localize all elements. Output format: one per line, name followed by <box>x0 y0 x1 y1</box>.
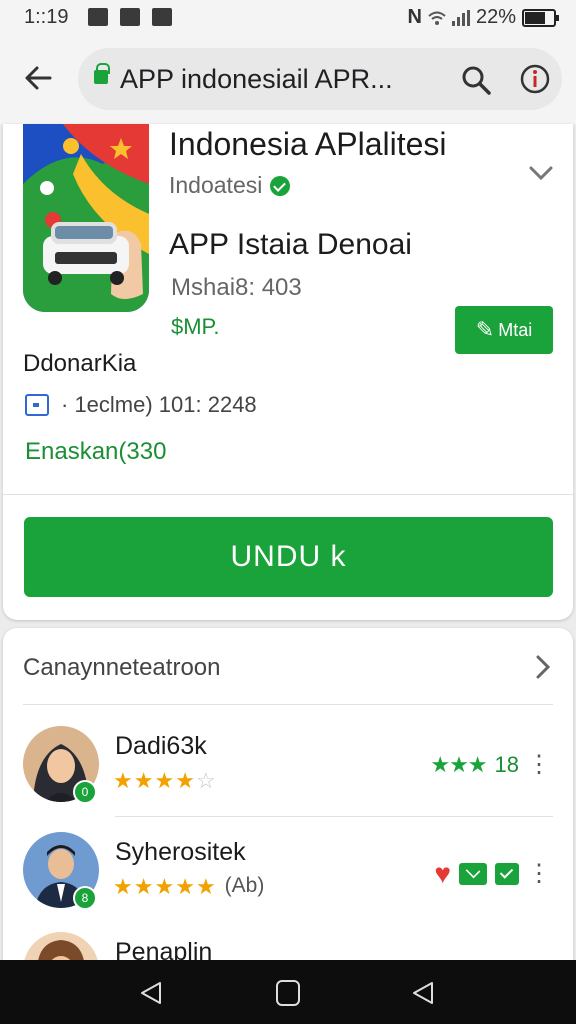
url-text: APP indonesiail APR... <box>120 64 393 94</box>
green-star-icon: ★★★ <box>430 752 487 777</box>
rating-extra: (Ab) <box>224 874 265 897</box>
divider <box>115 816 553 817</box>
star-icon: ★ <box>113 768 133 793</box>
star-rating: ★ ★ ★ ★ ★ (Ab) <box>113 874 264 900</box>
mail-icon[interactable] <box>459 863 487 885</box>
app-icon[interactable] <box>23 124 149 312</box>
developer-label: Indoatesi <box>169 172 263 198</box>
navigation-bar <box>0 960 576 1024</box>
reviews-card: Canaynneteatroon 0 Dadi63k ★ ★ ★ ★ ☆ ★★★ 18 … <box>3 628 573 968</box>
app-subtitle: APP Istaia Denoai <box>169 228 412 261</box>
edit-button-label: Mtai <box>498 319 533 340</box>
reviews-header[interactable]: Canaynneteatroon <box>23 654 220 682</box>
app-meta: Mshai8: 403 <box>171 274 302 301</box>
review-item[interactable]: 0 Dadi63k ★ ★ ★ ★ ☆ ★★★ 18 ⋮ <box>3 726 573 822</box>
notification-icon <box>88 8 108 26</box>
star-icon: ★ <box>175 768 195 793</box>
status-time: 1::19 <box>24 6 69 28</box>
star-icon: ★ <box>133 874 154 899</box>
back-arrow-icon[interactable] <box>20 60 56 96</box>
more-options-icon[interactable]: ⋮ <box>527 862 551 886</box>
star-icon: ★ <box>175 874 195 899</box>
battery-percent: 22% <box>475 6 516 28</box>
notification-icon <box>120 8 140 26</box>
star-icon: ★ <box>113 874 133 899</box>
url-bar[interactable]: APP indonesiail APR... <box>78 48 562 110</box>
more-options-icon[interactable]: ⋮ <box>527 753 551 777</box>
review-actions: ★★★ 18 ⋮ <box>430 752 551 778</box>
user-badge: 0 <box>73 780 97 804</box>
notification-icon <box>152 8 172 26</box>
status-bar: 1::19 N 22% <box>0 0 576 34</box>
section-title: DdonarKia <box>23 350 137 377</box>
review-count: 18 <box>494 752 519 777</box>
heart-icon[interactable]: ♥ <box>434 858 451 890</box>
star-icon: ☆ <box>195 768 216 793</box>
pencil-icon: ✎ <box>475 317 495 342</box>
nav-back-icon[interactable] <box>138 980 164 1006</box>
chevron-down-icon[interactable] <box>525 162 557 184</box>
star-icon: ★ <box>154 768 175 793</box>
review-item[interactable]: 8 Syherositek ★ ★ ★ ★ ★ (Ab) ♥ ⋮ <box>3 832 573 928</box>
details-link[interactable]: Enaskan(330 <box>25 438 166 466</box>
review-actions: ♥ ⋮ <box>434 858 551 890</box>
divider <box>23 704 553 705</box>
app-price: $MP. <box>171 314 220 339</box>
app-title: Indonesia APlalitesi <box>169 126 447 162</box>
lock-icon <box>94 63 110 84</box>
nfc-icon: N <box>407 6 422 28</box>
star-rating: ★ ★ ★ ★ ☆ <box>113 768 216 794</box>
user-badge: 8 <box>73 886 97 910</box>
reviewer-name: Syherositek <box>115 838 246 866</box>
status-right: N 22% <box>407 6 559 29</box>
app-detail-card: Indonesia APlalitesi Indoatesi APP Istai… <box>3 124 573 620</box>
verified-icon <box>270 176 291 196</box>
install-button[interactable]: UNDU k <box>24 517 553 597</box>
star-icon: ★ <box>154 874 175 899</box>
nav-home-icon[interactable] <box>276 980 300 1006</box>
reviewer-name: Dadi63k <box>115 732 207 760</box>
wifi-icon <box>428 11 446 25</box>
device-icon <box>25 394 49 416</box>
info-icon[interactable] <box>518 62 552 96</box>
signal-icon <box>451 9 470 26</box>
developer-name[interactable]: Indoatesi <box>169 172 291 199</box>
star-icon: ★ <box>195 874 216 899</box>
notification-icons <box>88 8 172 26</box>
nav-recent-icon[interactable] <box>410 980 436 1006</box>
info-line: · 1eclme) 101: 2248 <box>61 392 257 417</box>
chevron-right-icon[interactable] <box>535 654 551 680</box>
check-icon[interactable] <box>495 863 519 885</box>
search-icon[interactable] <box>460 64 492 96</box>
battery-icon <box>522 8 559 27</box>
star-icon: ★ <box>133 768 154 793</box>
app-bar: APP indonesiail APR... <box>0 34 576 124</box>
divider <box>3 494 573 495</box>
edit-button[interactable]: ✎ Mtai <box>455 306 553 354</box>
